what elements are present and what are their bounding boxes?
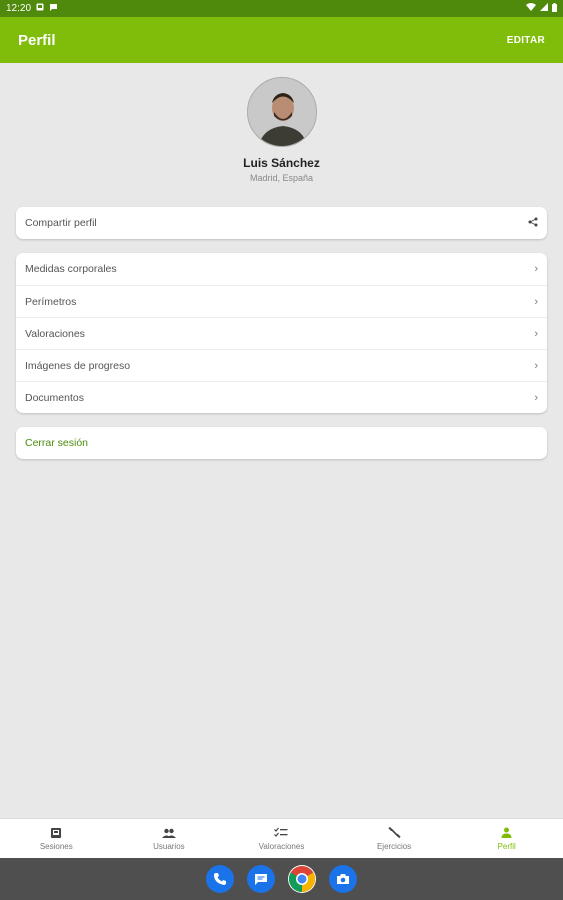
users-icon <box>161 827 176 839</box>
nav-label: Usuarios <box>153 841 185 851</box>
profile-header: Luis Sánchez Madrid, España <box>0 77 563 183</box>
sessions-icon <box>49 827 63 839</box>
profile-menu: Medidas corporales › Perímetros › Valora… <box>16 253 547 413</box>
page-title: Perfil <box>18 31 56 49</box>
menu-item-label: Imágenes de progreso <box>25 359 131 372</box>
logout-button[interactable]: Cerrar sesión <box>16 427 547 459</box>
nav-item-profile[interactable]: Perfil <box>450 819 563 858</box>
chevron-right-icon: › <box>534 263 538 275</box>
nav-item-users[interactable]: Usuarios <box>113 819 226 858</box>
menu-item-label: Perímetros <box>25 295 77 308</box>
status-bar: 12:20 <box>0 0 563 17</box>
profile-name: Luis Sánchez <box>243 156 320 170</box>
status-time: 12:20 <box>6 3 32 14</box>
chevron-right-icon: › <box>534 391 538 404</box>
menu-item-documents[interactable]: Documentos › <box>16 381 547 413</box>
nav-item-exercises[interactable]: Ejercicios <box>338 819 451 858</box>
notification-icon <box>36 3 44 14</box>
logout-label: Cerrar sesión <box>25 437 89 449</box>
menu-item-label: Documentos <box>25 391 84 404</box>
nav-label: Valoraciones <box>258 841 305 851</box>
nav-item-sessions[interactable]: Sesiones <box>0 819 113 858</box>
exercise-icon <box>387 826 401 839</box>
system-dock <box>0 858 563 900</box>
share-card: Compartir perfil <box>16 207 547 239</box>
share-profile-row[interactable]: Compartir perfil <box>16 207 547 239</box>
chevron-right-icon: › <box>534 327 538 340</box>
menu-item-perimeters[interactable]: Perímetros › <box>16 285 547 317</box>
bottom-navigation: Sesiones Usuarios Valoraciones Ejercicio… <box>0 818 563 858</box>
nav-label: Perfil <box>497 841 516 851</box>
chrome-app-icon[interactable] <box>288 865 316 893</box>
chevron-right-icon: › <box>534 359 538 372</box>
menu-item-progress-images[interactable]: Imágenes de progreso › <box>16 349 547 381</box>
messages-app-icon[interactable] <box>247 865 275 893</box>
phone-app-icon[interactable] <box>206 865 234 893</box>
chevron-right-icon: › <box>534 295 538 308</box>
nav-label: Ejercicios <box>376 841 412 851</box>
signal-icon <box>540 3 548 14</box>
share-icon[interactable] <box>528 217 538 230</box>
avatar[interactable] <box>246 77 317 147</box>
nav-item-assessments[interactable]: Valoraciones <box>225 819 338 858</box>
menu-item-assessments[interactable]: Valoraciones › <box>16 317 547 349</box>
person-icon <box>500 827 514 839</box>
battery-icon <box>552 2 557 15</box>
wifi-icon <box>526 3 536 14</box>
nav-label: Sesiones <box>39 841 73 851</box>
checklist-icon <box>274 827 288 839</box>
menu-item-body-measurements[interactable]: Medidas corporales › <box>16 253 547 285</box>
profile-location: Madrid, España <box>249 173 314 183</box>
app-bar: Perfil EDITAR <box>0 17 563 63</box>
menu-item-label: Valoraciones <box>25 327 85 340</box>
edit-button[interactable]: EDITAR <box>507 35 545 46</box>
camera-app-icon[interactable] <box>329 865 357 893</box>
share-profile-label: Compartir perfil <box>25 217 97 229</box>
logout-card: Cerrar sesión <box>16 427 547 459</box>
chat-notification-icon <box>49 3 58 14</box>
menu-item-label: Medidas corporales <box>25 263 117 275</box>
